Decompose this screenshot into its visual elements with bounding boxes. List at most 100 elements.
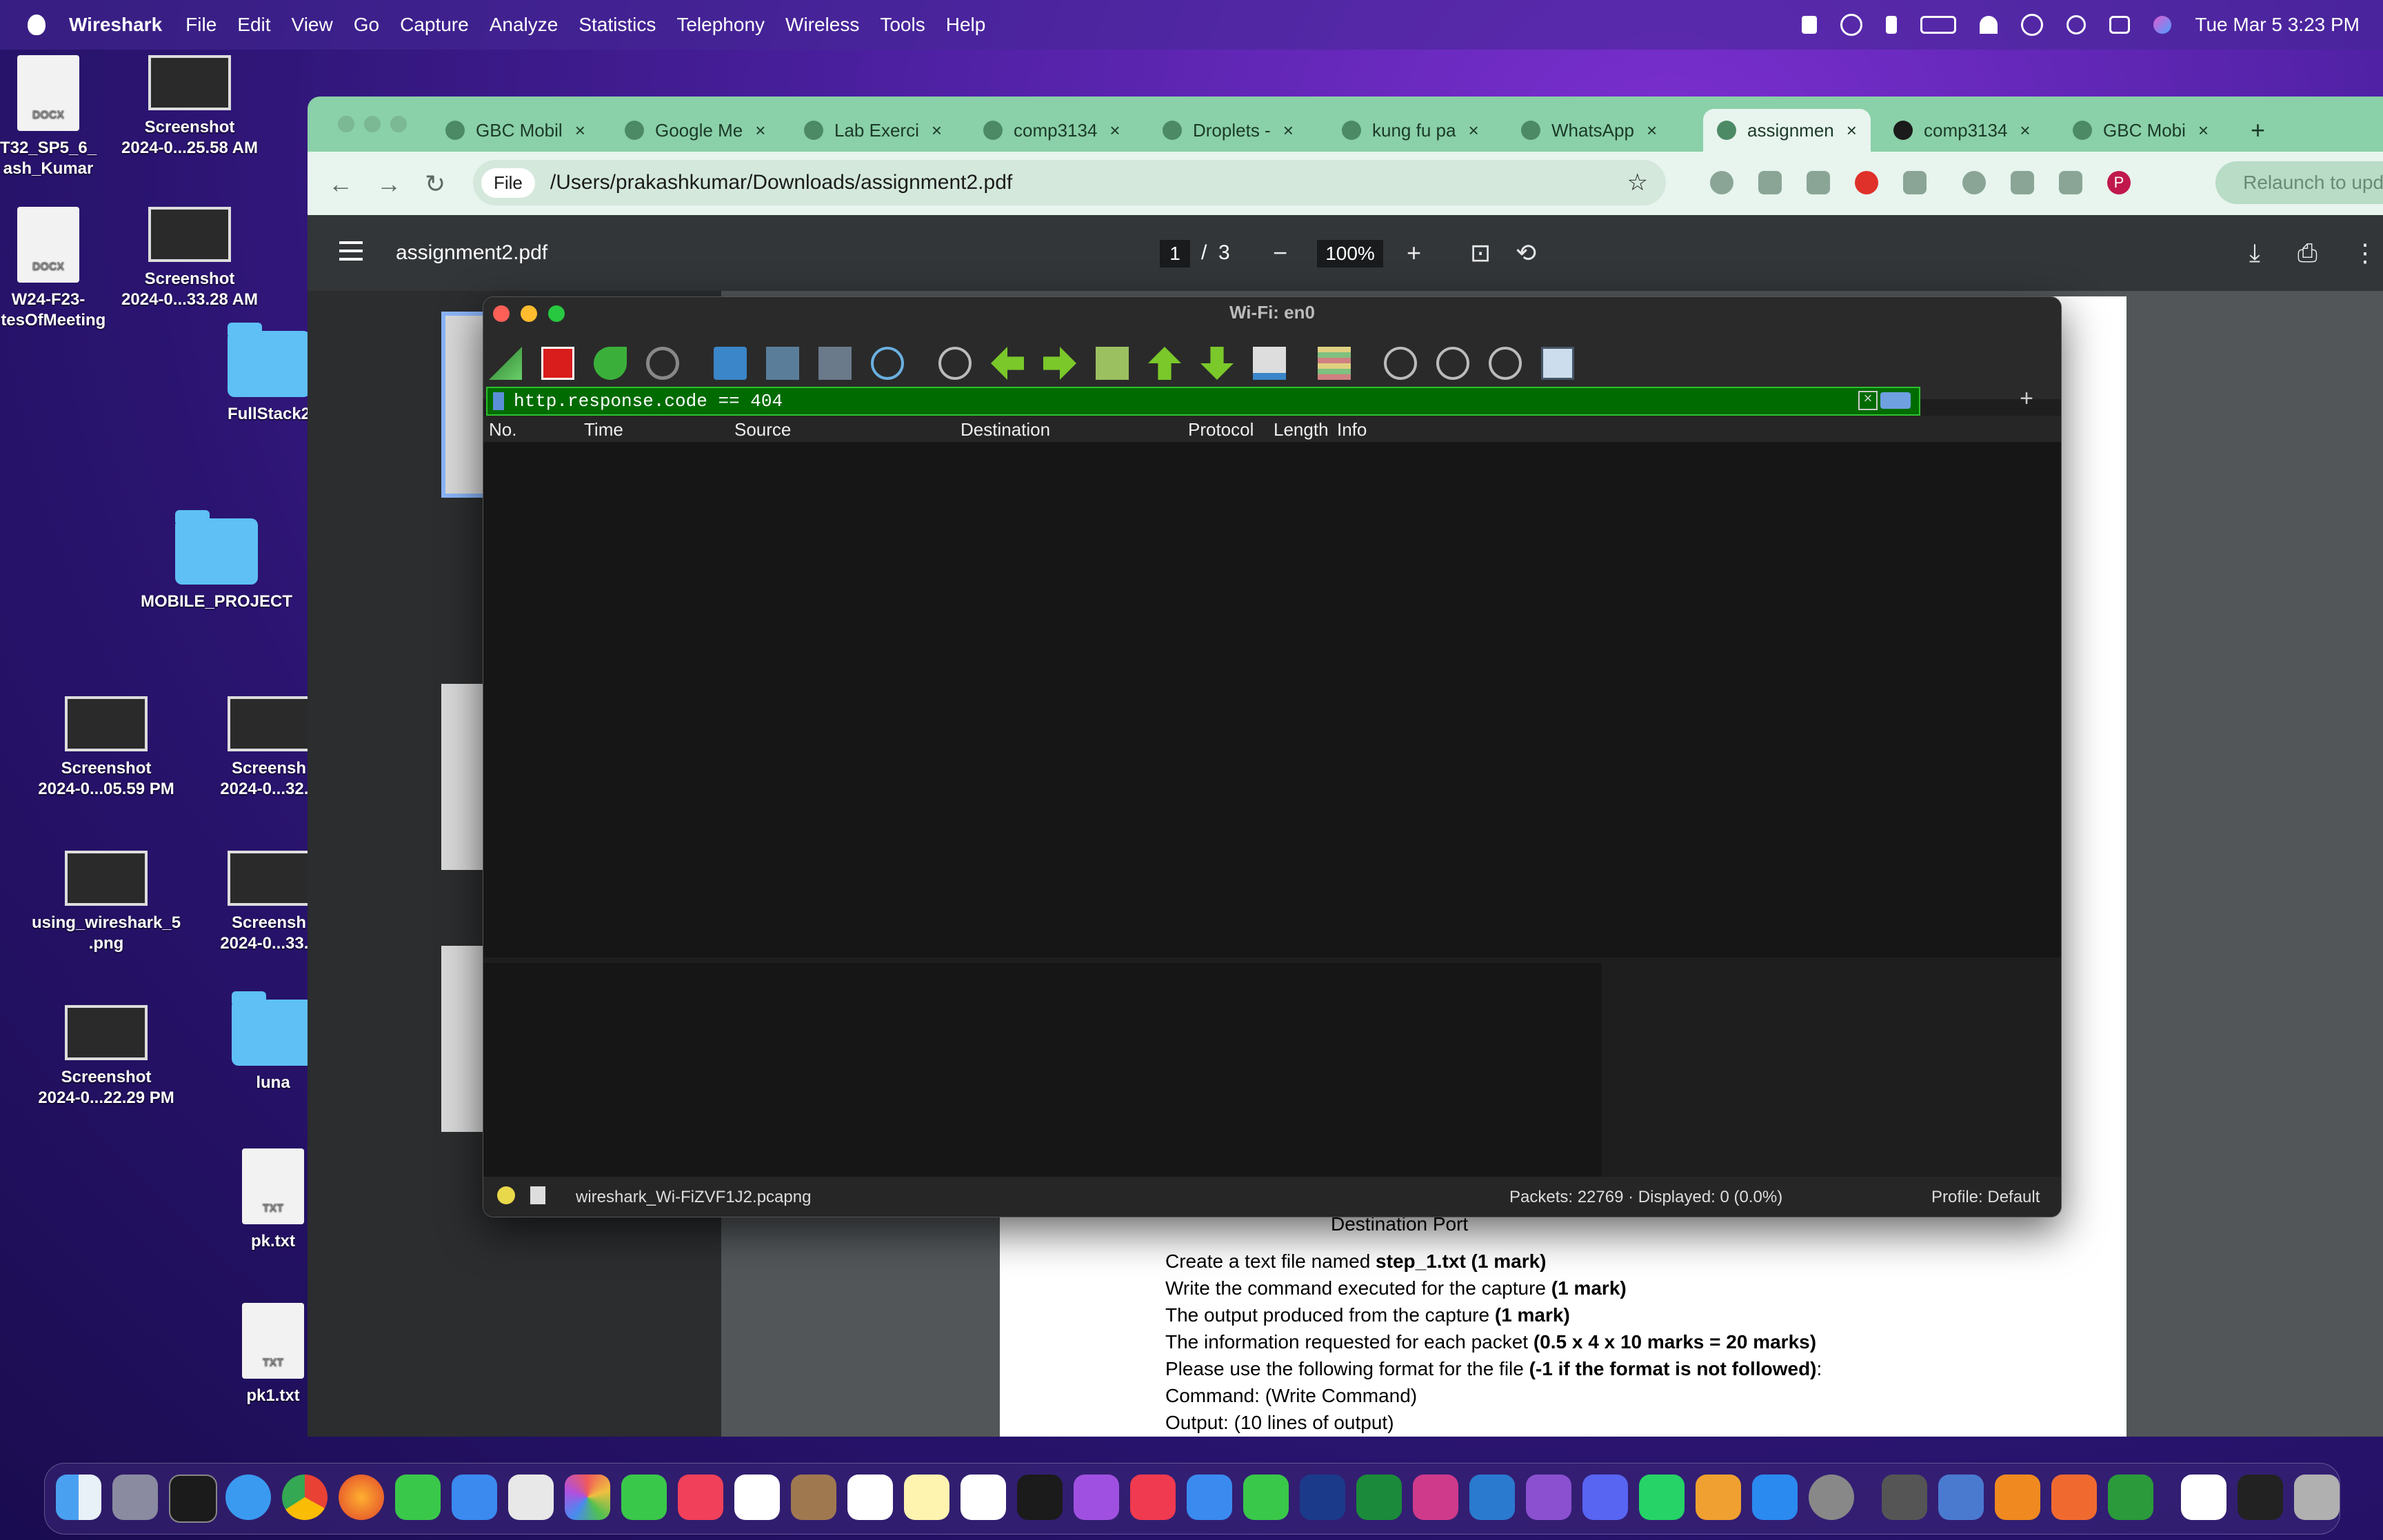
system-settings-icon[interactable] [1809, 1475, 1854, 1520]
bluetooth-icon[interactable] [1886, 16, 1898, 34]
bookmark-filter-icon[interactable] [493, 392, 504, 410]
mail-icon[interactable] [452, 1475, 497, 1520]
music-icon[interactable] [678, 1475, 723, 1520]
url-text[interactable]: /Users/prakashkumar/Downloads/assignment… [550, 171, 1012, 194]
keynote-icon[interactable] [1187, 1475, 1232, 1520]
freeform-icon[interactable] [961, 1475, 1006, 1520]
now-playing-icon[interactable] [2021, 14, 2044, 36]
zoom-in-icon[interactable] [1384, 347, 1417, 380]
column-header-no[interactable]: No. [489, 419, 516, 440]
desktop-file[interactable]: Screenshot 2024-0...22.29 PM [30, 1005, 182, 1108]
terminal-icon[interactable] [169, 1475, 217, 1523]
find-packet-icon[interactable] [938, 347, 972, 380]
reminders-icon[interactable] [847, 1475, 893, 1520]
relaunch-to-update-button[interactable]: Relaunch to update [2215, 161, 2383, 204]
open-file-folder-icon[interactable] [714, 347, 747, 380]
menu-telephony[interactable]: Telephony [676, 14, 765, 36]
media-control-icon[interactable] [2011, 171, 2034, 194]
minimize-window-button[interactable] [521, 305, 537, 322]
rotate-icon[interactable]: ⟲ [1516, 239, 1536, 267]
sync-icon[interactable] [1962, 171, 1986, 194]
close-window-button[interactable] [493, 305, 510, 322]
close-tab-icon[interactable]: × [2198, 120, 2209, 141]
launchpad-icon[interactable] [112, 1475, 158, 1520]
go-to-packet-icon[interactable] [1096, 347, 1129, 380]
desktop-file[interactable]: Screenshot 2024-0...25.58 AM [114, 55, 265, 159]
start-capture-icon[interactable] [489, 347, 522, 380]
back-icon[interactable]: ← [328, 170, 353, 199]
new-tab-button[interactable]: + [2251, 109, 2265, 152]
maximize-window-button[interactable] [390, 116, 407, 132]
clear-filter-icon[interactable]: × [1858, 391, 1878, 410]
close-file-icon[interactable] [818, 347, 852, 380]
column-header-time[interactable]: Time [584, 419, 623, 440]
display-filter-input[interactable]: http.response.code == 404 × [486, 387, 1920, 416]
restart-capture-icon[interactable] [594, 347, 627, 380]
add-filter-button-icon[interactable]: + [2020, 385, 2033, 412]
close-tab-icon[interactable]: × [2020, 120, 2030, 141]
apply-filter-arrow-icon[interactable] [1880, 392, 1911, 409]
pycharm-icon[interactable] [1356, 1475, 1402, 1520]
close-tab-icon[interactable]: × [1283, 120, 1294, 141]
menu-view[interactable]: View [292, 14, 333, 36]
control-center-icon[interactable] [2109, 16, 2131, 34]
zoom-out-icon[interactable] [1436, 347, 1469, 380]
fit-to-page-icon[interactable]: ⊡ [1470, 239, 1491, 267]
close-tab-icon[interactable]: × [1847, 120, 1857, 141]
page-number-input[interactable]: 1 [1160, 240, 1190, 267]
menu-capture[interactable]: Capture [400, 14, 469, 36]
close-tab-icon[interactable]: × [1468, 120, 1478, 141]
close-tab-icon[interactable]: × [1647, 120, 1657, 141]
browser-tab[interactable]: comp3134 × [983, 109, 1120, 152]
extension-icon[interactable] [1758, 171, 1782, 194]
menubar-clock[interactable]: Tue Mar 5 3:23 PM [2195, 14, 2360, 36]
menu-help[interactable]: Help [946, 14, 986, 36]
capture-comment-icon[interactable] [530, 1186, 545, 1204]
messages-icon[interactable] [395, 1475, 441, 1520]
browser-tab[interactable]: kung fu pa × [1342, 109, 1479, 152]
apple-menu-icon[interactable] [28, 14, 46, 35]
calculator-icon[interactable] [1882, 1475, 1927, 1520]
desktop-folder[interactable]: MOBILE_PROJECT [141, 510, 292, 612]
column-header-info[interactable]: Info [1337, 419, 1367, 440]
save-file-icon[interactable] [766, 347, 799, 380]
facetime-icon[interactable] [621, 1475, 667, 1520]
print-icon[interactable]: ⎙ [2297, 239, 2317, 268]
browser-tab[interactable]: Lab Exerci × [804, 109, 942, 152]
column-header-length[interactable]: Length [1274, 419, 1329, 440]
desktop-file[interactable]: Screenshot 2024-0...05.59 PM [30, 696, 182, 800]
wireshark-dock-icon[interactable] [2108, 1475, 2153, 1520]
expert-info-indicator-icon[interactable] [497, 1186, 515, 1204]
firefox-icon[interactable] [339, 1475, 384, 1520]
autoscroll-icon[interactable] [1253, 347, 1286, 380]
screenshot-stack-icon[interactable] [2238, 1475, 2283, 1520]
profile-status[interactable]: Profile: Default [1931, 1188, 2040, 1207]
trash-icon[interactable] [2294, 1475, 2340, 1520]
menu-go[interactable]: Go [354, 14, 379, 36]
desktop-file[interactable]: DOCX T32_SP5_6_ ash_Kumar [0, 55, 124, 179]
siri-icon[interactable] [2153, 16, 2172, 34]
first-packet-icon[interactable] [1148, 347, 1181, 380]
menu-analyze[interactable]: Analyze [490, 14, 559, 36]
browser-tab[interactable]: GBC Mobi × [2073, 109, 2209, 152]
finder-icon[interactable] [56, 1475, 101, 1520]
safari-icon[interactable] [225, 1475, 271, 1520]
vlc-status-icon[interactable] [1802, 16, 1818, 34]
apple-tv-icon[interactable] [1017, 1475, 1063, 1520]
column-header-destination[interactable]: Destination [961, 419, 1050, 440]
display-filter-text[interactable]: http.response.code == 404 [514, 391, 783, 412]
wifi-icon[interactable] [1980, 16, 1998, 34]
menu-tools[interactable]: Tools [880, 14, 925, 36]
zoom-in-icon[interactable]: + [1407, 239, 1421, 267]
news-icon[interactable] [1130, 1475, 1176, 1520]
last-packet-icon[interactable] [1200, 347, 1234, 380]
menu-edit[interactable]: Edit [237, 14, 270, 36]
site-info-chip[interactable]: File [481, 168, 535, 198]
browser-tab[interactable]: comp3134 × [1893, 109, 2031, 152]
download-icon[interactable]: ⤓ [2249, 239, 2260, 268]
podcasts-icon[interactable] [1074, 1475, 1119, 1520]
browser-tab[interactable]: Google Me × [625, 109, 765, 152]
zoom-out-icon[interactable]: − [1273, 239, 1287, 267]
vlc-icon[interactable] [1995, 1475, 2040, 1520]
close-tab-icon[interactable]: × [932, 120, 942, 141]
